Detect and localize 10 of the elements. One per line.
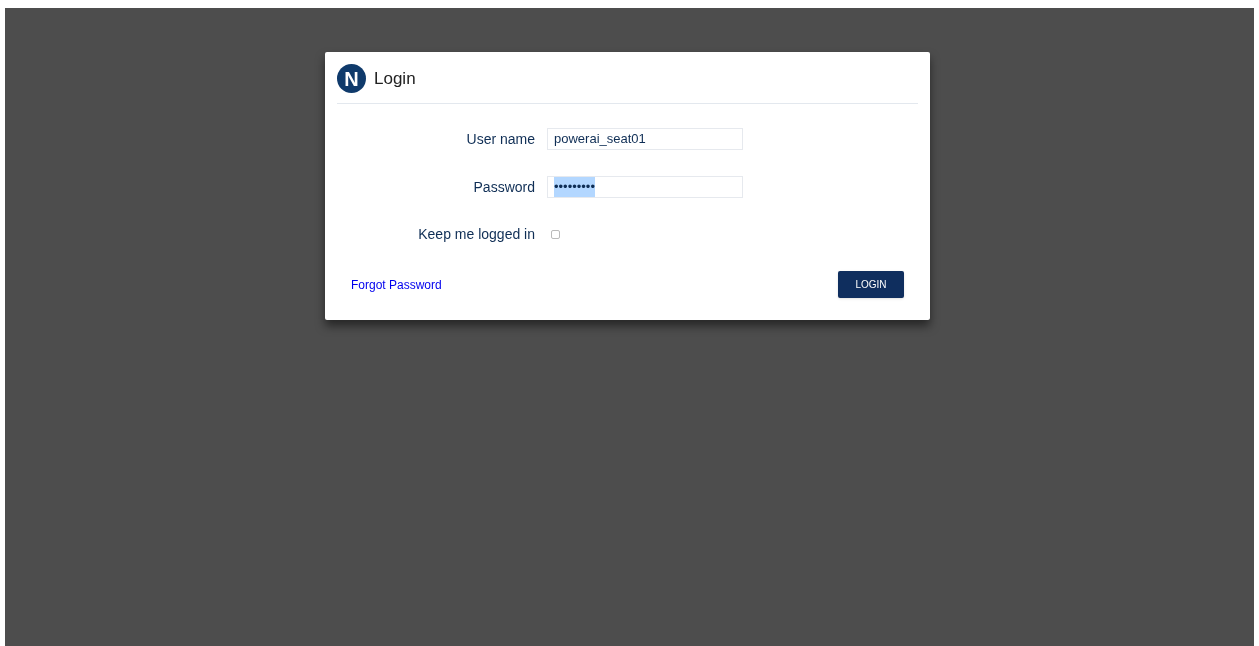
field-label: Password [472,177,535,197]
login-button[interactable]: LOGIN [838,271,904,298]
field-label: User name [465,129,535,149]
input-field[interactable]: powerai_seat01 [547,128,743,150]
checkbox[interactable] [551,230,560,239]
input-field[interactable]: ••••••••• [547,176,743,198]
checkbox-label: Keep me logged in [417,225,535,244]
dialog-title: Login [374,67,416,90]
logo-icon: N [337,64,366,93]
forgot-password-link[interactable]: Forgot Password [351,275,442,294]
